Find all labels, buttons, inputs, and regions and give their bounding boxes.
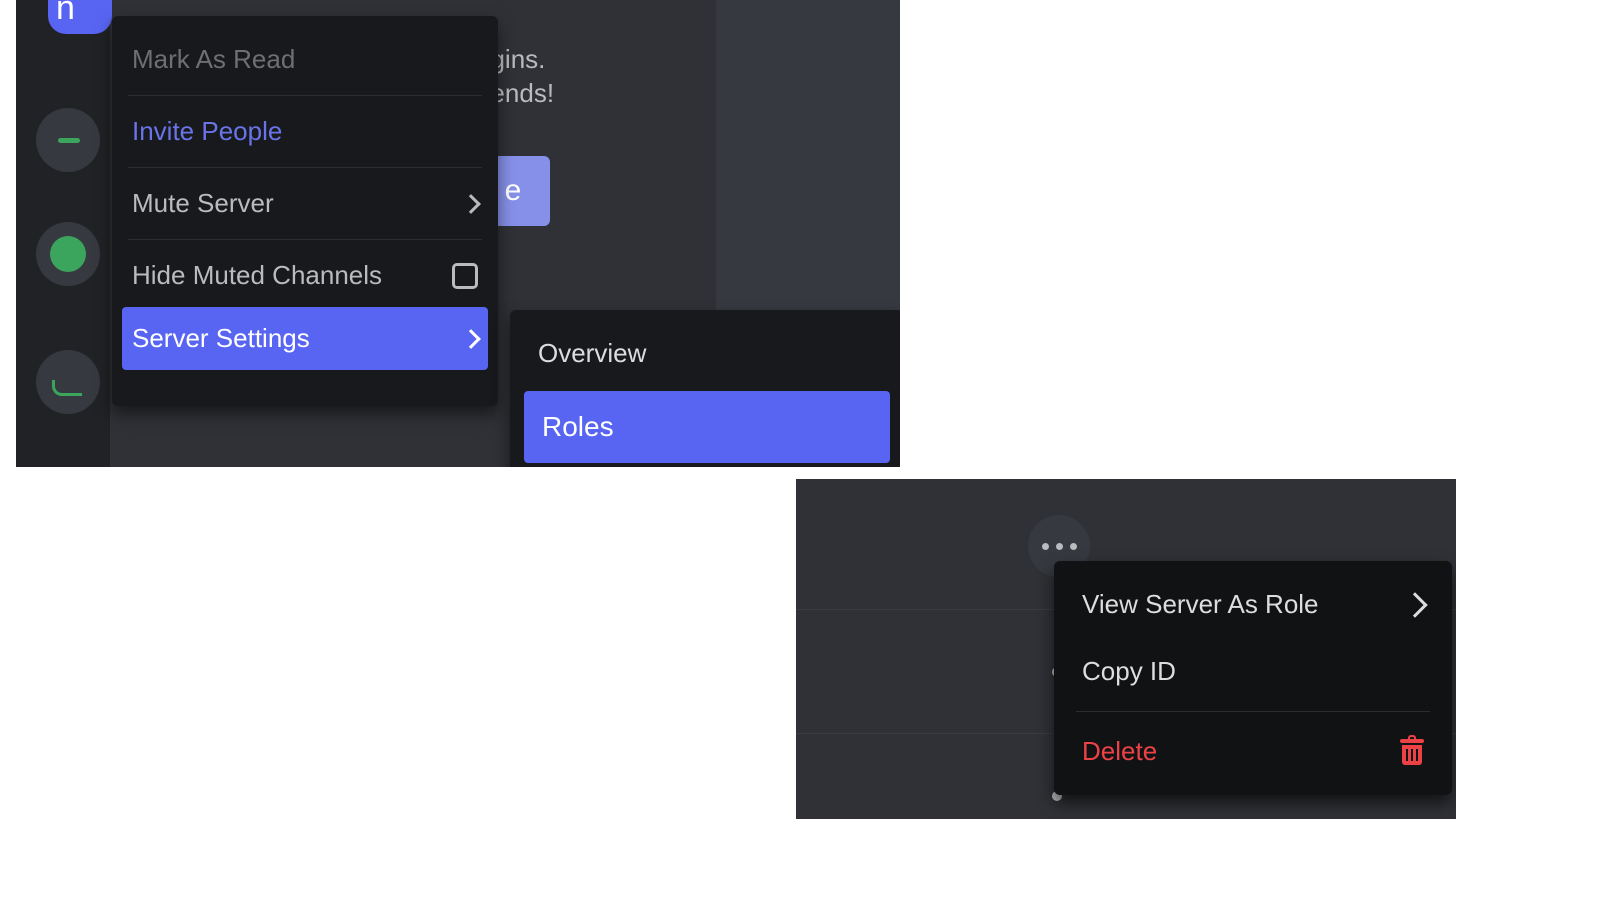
- menu-item-hide-muted-channels[interactable]: Hide Muted Channels: [122, 244, 488, 307]
- screenshot-top-left: n egins. riends! e Mark As Read Invite P…: [16, 0, 900, 467]
- menu-separator: [128, 239, 482, 240]
- menu-item-label: Notification Settings: [132, 384, 362, 388]
- chevron-right-icon: [461, 329, 481, 349]
- menu-item-label: Invite People: [132, 116, 282, 147]
- menu-separator: [128, 95, 482, 96]
- menu-item-label: Mute Server: [132, 188, 274, 219]
- menu-item-label: View Server As Role: [1082, 589, 1319, 620]
- menu-item-delete[interactable]: Delete: [1062, 718, 1444, 785]
- menu-item-label: Mark As Read: [132, 44, 295, 75]
- server-rail: n: [16, 0, 110, 467]
- menu-item-server-settings[interactable]: Server Settings: [122, 307, 488, 370]
- submenu-item-label: Overview: [538, 338, 646, 368]
- menu-separator: [128, 167, 482, 168]
- menu-item-label: Server Settings: [132, 323, 310, 354]
- server-icon[interactable]: [36, 108, 100, 172]
- server-glyph: [58, 138, 80, 143]
- server-context-menu: Mark As Read Invite People Mute Server H…: [112, 16, 498, 406]
- menu-item-label: Delete: [1082, 736, 1157, 767]
- server-glyph: [50, 236, 86, 272]
- server-settings-submenu: Overview Roles: [510, 310, 900, 467]
- menu-item-mark-as-read[interactable]: Mark As Read: [122, 28, 488, 91]
- menu-item-notification-settings-truncated[interactable]: Notification Settings: [122, 370, 488, 388]
- server-icon[interactable]: [36, 350, 100, 414]
- submenu-item-roles[interactable]: Roles: [524, 391, 890, 463]
- server-icon-selected[interactable]: n: [48, 0, 112, 34]
- menu-item-invite-people[interactable]: Invite People: [122, 100, 488, 163]
- submenu-item-label: Roles: [542, 411, 614, 442]
- menu-item-view-server-as-role[interactable]: View Server As Role: [1062, 571, 1444, 638]
- checkbox-unchecked-icon: [452, 263, 478, 289]
- server-initial: n: [56, 0, 75, 28]
- trash-icon: [1400, 739, 1424, 765]
- screenshot-bottom-right: View Server As Role Copy ID Delete: [796, 479, 1456, 819]
- menu-item-label: Copy ID: [1082, 656, 1176, 687]
- invite-button-fragment-label: e: [505, 174, 522, 208]
- server-glyph: [52, 380, 82, 396]
- menu-item-copy-id[interactable]: Copy ID: [1062, 638, 1444, 705]
- chevron-right-icon: [461, 194, 481, 214]
- menu-separator: [1076, 711, 1430, 712]
- menu-item-label: Hide Muted Channels: [132, 260, 382, 291]
- ellipsis-icon: [1042, 543, 1077, 550]
- submenu-item-overview[interactable]: Overview: [524, 324, 890, 391]
- menu-item-mute-server[interactable]: Mute Server: [122, 172, 488, 235]
- arrow-right-icon: [1402, 592, 1427, 617]
- role-context-menu: View Server As Role Copy ID Delete: [1054, 561, 1452, 795]
- server-icon[interactable]: [36, 222, 100, 286]
